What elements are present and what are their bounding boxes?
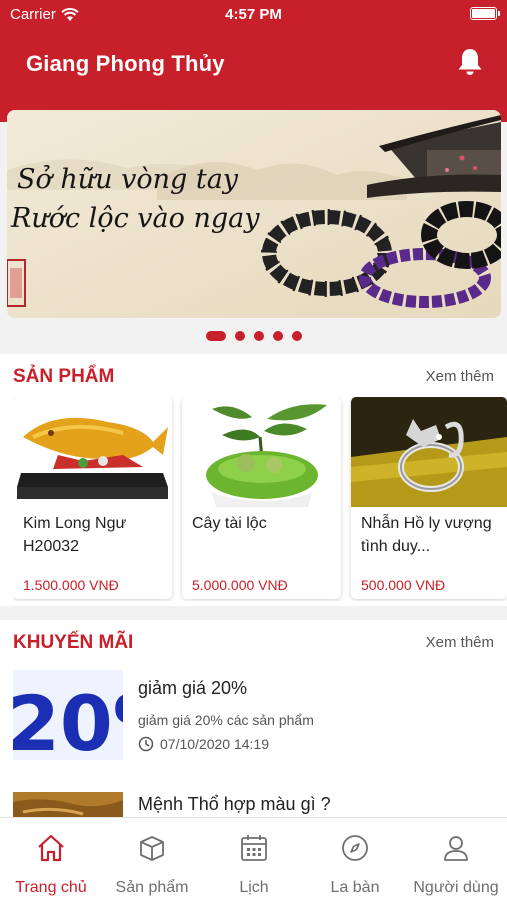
bottom-tab-bar: Trang chủ Sản phẩm Lịch La bàn Người dùn… [0, 817, 507, 900]
pagination-dot[interactable] [291, 331, 302, 341]
pagination-dot[interactable] [253, 331, 264, 341]
tab-products[interactable]: Sản phẩm [101, 818, 203, 900]
battery-icon [470, 7, 500, 20]
tab-label: Trang chủ [15, 879, 87, 896]
promo-thumbnail: 20% [13, 670, 123, 776]
products-see-more-link[interactable]: Xem thêm [426, 368, 494, 385]
product-card[interactable]: Kim Long Ngư H20032 1.500.000 VNĐ [13, 397, 172, 599]
app-header: Carrier 4:57 PM Giang Phong Thủy [0, 0, 507, 122]
home-icon [38, 834, 64, 862]
product-price: 1.500.000 VNĐ [23, 577, 119, 593]
bell-icon[interactable] [454, 46, 486, 78]
product-image-golden-fish [13, 397, 172, 507]
clock-icon [138, 736, 154, 752]
tab-user[interactable]: Người dùng [405, 818, 507, 900]
tab-home[interactable]: Trang chủ [0, 818, 102, 900]
promo-list-item[interactable]: 20% giảm giá 20% giảm giá 20% các sản ph… [13, 670, 493, 780]
products-title: SẢN PHẨM [13, 366, 115, 387]
promo-title: giảm giá 20% [138, 678, 248, 698]
tab-compass[interactable]: La bàn [304, 818, 406, 900]
promo-description: giảm giá 20% các sản phẩm [138, 712, 314, 728]
promotions-see-more-link[interactable]: Xem thêm [426, 634, 494, 651]
product-card[interactable]: Cây tài lộc 5.000.000 VNĐ [182, 397, 341, 599]
promo-banner[interactable]: Sở hữu vòng tay Rước lộc vào ngay [7, 110, 501, 318]
tab-label: La bàn [330, 879, 380, 896]
user-icon [444, 836, 468, 861]
page-title: Giang Phong Thủy [26, 51, 225, 76]
product-name: Kim Long Ngư H20032 [23, 515, 127, 555]
promo-date: 07/10/2020 14:19 [138, 736, 269, 752]
product-card[interactable]: Nhẫn Hồ ly vượng tình duy... 500.000 VNĐ [351, 397, 507, 599]
pagination-dot[interactable] [272, 331, 283, 341]
tab-label: Sản phẩm [115, 879, 189, 896]
promotions-title: KHUYẾN MÃI [13, 632, 134, 653]
promo-title: Mệnh Thổ hợp màu gì ? [138, 794, 331, 814]
promo-date-text: 07/10/2020 14:19 [160, 736, 269, 752]
app-screen: Carrier 4:57 PM Giang Phong Thủy Sở hữu … [0, 0, 507, 900]
product-name: Cây tài lộc [192, 515, 267, 532]
calendar-icon [241, 835, 267, 861]
product-price: 500.000 VNĐ [361, 577, 446, 593]
pagination-dot[interactable] [234, 331, 245, 341]
banner-artwork: Sở hữu vòng tay Rước lộc vào ngay [7, 110, 501, 318]
banner-line-1: Sở hữu vòng tay [17, 163, 239, 195]
banner-line-2: Rước lộc vào ngay [10, 203, 260, 234]
status-bar: Carrier 4:57 PM [0, 0, 507, 30]
products-list: Kim Long Ngư H20032 1.500.000 VNĐ Cây tà… [13, 397, 507, 601]
product-image-fox-ring [351, 397, 507, 507]
box-icon [140, 836, 164, 861]
tab-label: Người dùng [413, 879, 499, 896]
compass-icon [342, 835, 368, 861]
products-section: SẢN PHẨM Xem thêm Kim Long Ngư H20032 1.… [0, 354, 507, 606]
promo-thumb-text: 20% [13, 679, 123, 768]
product-name: Nhẫn Hồ ly vượng tình duy... [361, 515, 492, 555]
banner-pagination[interactable] [0, 331, 507, 341]
pagination-dot[interactable] [205, 331, 226, 341]
tab-label: Lịch [239, 879, 269, 896]
tab-calendar[interactable]: Lịch [203, 818, 305, 900]
status-time: 4:57 PM [225, 6, 282, 23]
product-image-money-tree [182, 397, 341, 507]
promotions-section: KHUYẾN MÃI Xem thêm 20% giảm giá 20% giả… [0, 620, 507, 822]
product-price: 5.000.000 VNĐ [192, 577, 288, 593]
